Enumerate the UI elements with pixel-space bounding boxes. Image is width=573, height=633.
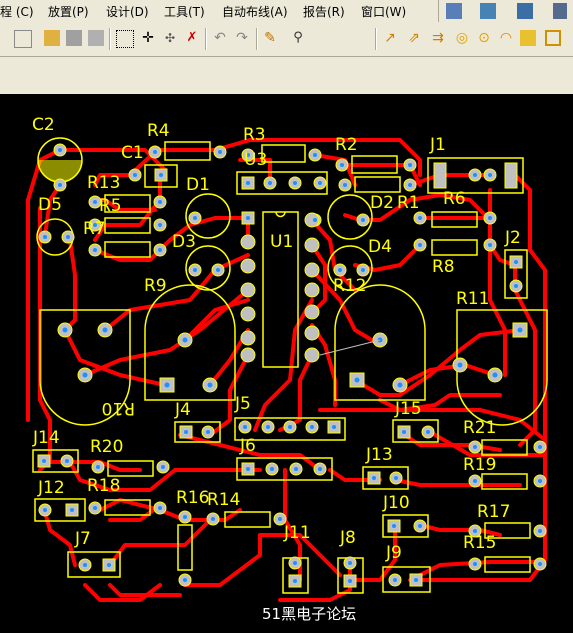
label-J5: J5 (234, 394, 251, 414)
pcb-canvas[interactable]: C2 C1 R4 R3 R2 J1 R13 D1 U3 D2 R1 R6 D5 … (0, 94, 573, 633)
label-D4: D4 (368, 237, 392, 257)
watermark-text: 51黑电子论坛 (262, 605, 356, 623)
label-J9: J9 (385, 543, 402, 563)
label-U3: U3 (244, 150, 267, 170)
pad-icon[interactable]: ◎ (454, 30, 470, 46)
cross-select-icon[interactable]: ✣ (162, 30, 178, 46)
label-J11: J11 (283, 523, 311, 543)
label-C2: C2 (32, 115, 55, 135)
label-R18: R18 (87, 476, 120, 496)
label-D5: D5 (38, 195, 62, 215)
menu-bar: 程 (C) 放置(P) 设计(D) 工具(T) 自动布线(A) 报告(R) 窗口… (0, 0, 573, 23)
label-R12: R12 (333, 276, 366, 296)
arc-icon[interactable]: ◠ (498, 30, 514, 46)
label-J12: J12 (37, 478, 65, 498)
select-icon[interactable] (116, 30, 134, 48)
select-filter-icon[interactable] (446, 3, 462, 19)
deselect-icon[interactable]: ✗ (184, 30, 200, 46)
menu-window[interactable]: 窗口(W) (361, 3, 406, 20)
copy-icon[interactable] (88, 30, 104, 46)
label-R21: R21 (463, 418, 496, 438)
label-R9: R9 (144, 276, 167, 296)
label-R11: R11 (456, 289, 489, 309)
label-J15: J15 (394, 399, 422, 419)
label-R20: R20 (90, 437, 123, 457)
toolbar: ✛ ✣ ✗ ↶ ↷ ✎ ⚲ ↗ ⇗ ⇉ ◎ ⊙ ◠ (0, 22, 573, 57)
label-R3: R3 (243, 125, 266, 145)
pcb-drawing: C2 C1 R4 R3 R2 J1 R13 D1 U3 D2 R1 R6 D5 … (26, 115, 548, 623)
label-J6: J6 (239, 436, 256, 456)
interactive-route-icon[interactable]: ↗ (382, 30, 398, 46)
label-J1: J1 (429, 135, 446, 155)
label-U1: U1 (270, 232, 293, 252)
label-D1: D1 (186, 175, 210, 195)
via-icon[interactable]: ⊙ (476, 30, 492, 46)
save-icon[interactable] (66, 30, 82, 46)
label-R10: R10 (102, 398, 135, 418)
label-R13: R13 (87, 173, 120, 193)
label-J4: J4 (174, 400, 191, 420)
label-R14: R14 (207, 490, 240, 510)
label-R17: R17 (477, 502, 510, 522)
label-J10: J10 (382, 493, 410, 513)
label-R1: R1 (397, 193, 420, 213)
label-R15: R15 (463, 533, 496, 553)
open-icon[interactable] (44, 30, 60, 46)
label-R4: R4 (147, 121, 170, 141)
multi-route-icon[interactable]: ⇗ (406, 30, 422, 46)
align-icon[interactable] (517, 3, 533, 19)
undo-icon[interactable]: ↶ (212, 30, 228, 46)
label-J7: J7 (74, 529, 91, 549)
label-D3: D3 (172, 232, 196, 252)
label-J13: J13 (365, 445, 393, 465)
new-icon[interactable] (14, 30, 32, 48)
diff-pair-icon[interactable]: ⇉ (430, 30, 446, 46)
inspect-icon[interactable]: ⚲ (290, 30, 306, 46)
more-icon[interactable] (553, 3, 567, 19)
label-J14: J14 (32, 428, 60, 448)
label-R2: R2 (335, 135, 358, 155)
menu-place[interactable]: 放置(P) (48, 3, 89, 20)
label-J8: J8 (339, 528, 356, 548)
menu-tools-partial[interactable]: 程 (C) (0, 3, 34, 20)
label-D2: D2 (370, 193, 394, 213)
menu-reports[interactable]: 报告(R) (303, 3, 345, 20)
label-R16: R16 (176, 488, 209, 508)
menu-tools[interactable]: 工具(T) (164, 3, 205, 20)
move-icon[interactable]: ✛ (140, 30, 156, 46)
highlight-icon[interactable]: ✎ (262, 30, 278, 46)
label-J2: J2 (504, 228, 521, 248)
label-R8: R8 (432, 257, 455, 277)
ratsnest-line (319, 339, 381, 356)
label-R5: R5 (99, 196, 122, 216)
layer-stack-icon[interactable] (480, 3, 496, 19)
menu-design[interactable]: 设计(D) (106, 3, 149, 20)
label-R7: R7 (83, 219, 106, 239)
polygon-icon[interactable] (545, 30, 561, 46)
label-C1: C1 (121, 143, 144, 163)
label-R19: R19 (463, 455, 496, 475)
fill-icon[interactable] (520, 30, 536, 46)
document-tab-strip (0, 57, 573, 95)
menu-autoroute[interactable]: 自动布线(A) (222, 3, 288, 20)
redo-icon[interactable]: ↷ (234, 30, 250, 46)
label-R6: R6 (443, 189, 466, 209)
